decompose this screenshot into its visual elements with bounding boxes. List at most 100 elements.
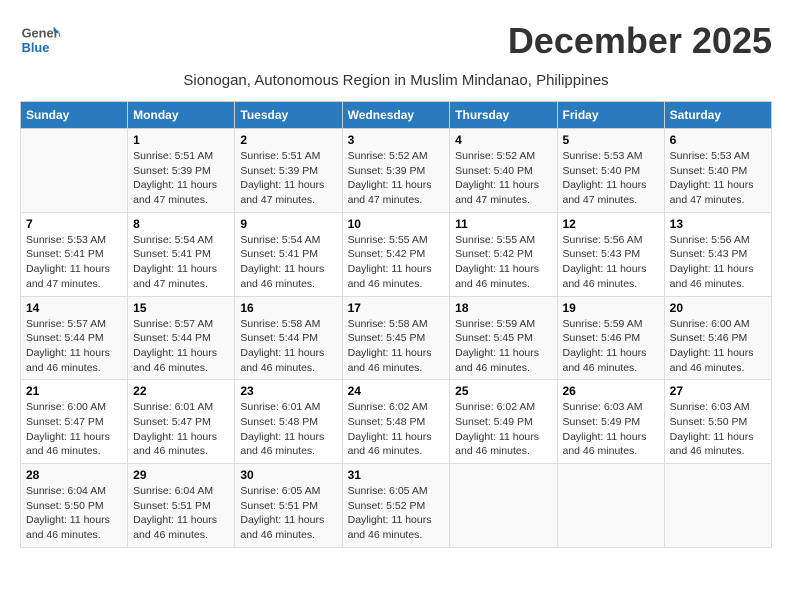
day-info: Sunrise: 5:56 AMSunset: 5:43 PMDaylight:… <box>670 233 766 292</box>
day-info: Sunrise: 5:52 AMSunset: 5:39 PMDaylight:… <box>348 149 445 208</box>
day-info: Sunrise: 6:05 AMSunset: 5:51 PMDaylight:… <box>240 484 336 543</box>
calendar-cell <box>664 464 771 548</box>
day-number: 22 <box>133 384 229 398</box>
day-info: Sunrise: 5:59 AMSunset: 5:45 PMDaylight:… <box>455 317 551 376</box>
calendar-cell: 5 Sunrise: 5:53 AMSunset: 5:40 PMDaylight… <box>557 129 664 213</box>
day-info: Sunrise: 6:04 AMSunset: 5:51 PMDaylight:… <box>133 484 229 543</box>
day-info: Sunrise: 5:57 AMSunset: 5:44 PMDaylight:… <box>26 317 122 376</box>
day-number: 2 <box>240 133 336 147</box>
calendar-cell: 17 Sunrise: 5:58 AMSunset: 5:45 PMDayligh… <box>342 296 450 380</box>
day-info: Sunrise: 5:58 AMSunset: 5:44 PMDaylight:… <box>240 317 336 376</box>
day-number: 6 <box>670 133 766 147</box>
calendar-cell: 25 Sunrise: 6:02 AMSunset: 5:49 PMDayligh… <box>450 380 557 464</box>
calendar-cell: 7Sunrise: 5:53 AMSunset: 5:41 PMDaylight… <box>21 212 128 296</box>
calendar-cell: 8 Sunrise: 5:54 AMSunset: 5:41 PMDaylight… <box>128 212 235 296</box>
calendar-cell: 26 Sunrise: 6:03 AMSunset: 5:49 PMDayligh… <box>557 380 664 464</box>
day-number: 15 <box>133 301 229 315</box>
calendar-cell <box>21 129 128 213</box>
day-info: Sunrise: 5:51 AMSunset: 5:39 PMDaylight:… <box>240 149 336 208</box>
day-info: Sunrise: 5:55 AMSunset: 5:42 PMDaylight:… <box>348 233 445 292</box>
calendar-cell: 9 Sunrise: 5:54 AMSunset: 5:41 PMDaylight… <box>235 212 342 296</box>
day-info: Sunrise: 6:02 AMSunset: 5:48 PMDaylight:… <box>348 400 445 459</box>
calendar-cell: 24Sunrise: 6:02 AMSunset: 5:48 PMDayligh… <box>342 380 450 464</box>
day-number: 16 <box>240 301 336 315</box>
month-title: December 2025 <box>508 20 772 62</box>
calendar-cell: 30 Sunrise: 6:05 AMSunset: 5:51 PMDayligh… <box>235 464 342 548</box>
day-info: Sunrise: 5:54 AMSunset: 5:41 PMDaylight:… <box>133 233 229 292</box>
calendar-cell: 3 Sunrise: 5:52 AMSunset: 5:39 PMDaylight… <box>342 129 450 213</box>
calendar-cell <box>450 464 557 548</box>
day-info: Sunrise: 6:01 AMSunset: 5:48 PMDaylight:… <box>240 400 336 459</box>
day-number: 30 <box>240 468 336 482</box>
day-header: Friday <box>557 102 664 129</box>
calendar-cell: 18 Sunrise: 5:59 AMSunset: 5:45 PMDayligh… <box>450 296 557 380</box>
day-info: Sunrise: 5:57 AMSunset: 5:44 PMDaylight:… <box>133 317 229 376</box>
day-number: 1 <box>133 133 229 147</box>
day-info: Sunrise: 5:58 AMSunset: 5:45 PMDaylight:… <box>348 317 445 376</box>
calendar-cell: 1 Sunrise: 5:51 AMSunset: 5:39 PMDaylight… <box>128 129 235 213</box>
day-header: Wednesday <box>342 102 450 129</box>
calendar-cell: 20 Sunrise: 6:00 AMSunset: 5:46 PMDayligh… <box>664 296 771 380</box>
day-number: 10 <box>348 217 445 231</box>
day-info: Sunrise: 5:56 AMSunset: 5:43 PMDaylight:… <box>563 233 659 292</box>
day-number: 26 <box>563 384 659 398</box>
day-number: 4 <box>455 133 551 147</box>
calendar-cell: 15 Sunrise: 5:57 AMSunset: 5:44 PMDayligh… <box>128 296 235 380</box>
calendar-week: 28 Sunrise: 6:04 AMSunset: 5:50 PMDayligh… <box>21 464 772 548</box>
logo: General Blue <box>20 20 65 60</box>
calendar-cell: 22 Sunrise: 6:01 AMSunset: 5:47 PMDayligh… <box>128 380 235 464</box>
day-header: Tuesday <box>235 102 342 129</box>
day-info: Sunrise: 6:00 AMSunset: 5:46 PMDaylight:… <box>670 317 766 376</box>
day-header: Thursday <box>450 102 557 129</box>
day-number: 8 <box>133 217 229 231</box>
calendar-cell: 16 Sunrise: 5:58 AMSunset: 5:44 PMDayligh… <box>235 296 342 380</box>
day-number: 7 <box>26 217 122 231</box>
day-info: Sunrise: 5:59 AMSunset: 5:46 PMDaylight:… <box>563 317 659 376</box>
location-title: Sionogan, Autonomous Region in Muslim Mi… <box>20 72 772 89</box>
day-number: 5 <box>563 133 659 147</box>
calendar-cell: 6 Sunrise: 5:53 AMSunset: 5:40 PMDaylight… <box>664 129 771 213</box>
day-number: 29 <box>133 468 229 482</box>
day-number: 3 <box>348 133 445 147</box>
day-number: 25 <box>455 384 551 398</box>
calendar-cell: 12 Sunrise: 5:56 AMSunset: 5:43 PMDayligh… <box>557 212 664 296</box>
day-info: Sunrise: 6:01 AMSunset: 5:47 PMDaylight:… <box>133 400 229 459</box>
day-info: Sunrise: 5:54 AMSunset: 5:41 PMDaylight:… <box>240 233 336 292</box>
day-number: 13 <box>670 217 766 231</box>
day-number: 12 <box>563 217 659 231</box>
calendar-cell: 13 Sunrise: 5:56 AMSunset: 5:43 PMDayligh… <box>664 212 771 296</box>
day-info: Sunrise: 6:00 AMSunset: 5:47 PMDaylight:… <box>26 400 122 459</box>
calendar-week: 7Sunrise: 5:53 AMSunset: 5:41 PMDaylight… <box>21 212 772 296</box>
calendar-cell: 14 Sunrise: 5:57 AMSunset: 5:44 PMDayligh… <box>21 296 128 380</box>
day-info: Sunrise: 5:53 AMSunset: 5:40 PMDaylight:… <box>670 149 766 208</box>
calendar-week: 14 Sunrise: 5:57 AMSunset: 5:44 PMDayligh… <box>21 296 772 380</box>
day-number: 14 <box>26 301 122 315</box>
day-number: 17 <box>348 301 445 315</box>
calendar-cell: 31Sunrise: 6:05 AMSunset: 5:52 PMDayligh… <box>342 464 450 548</box>
calendar-cell: 2 Sunrise: 5:51 AMSunset: 5:39 PMDaylight… <box>235 129 342 213</box>
day-number: 28 <box>26 468 122 482</box>
svg-text:Blue: Blue <box>22 40 50 55</box>
calendar-cell: 23Sunrise: 6:01 AMSunset: 5:48 PMDayligh… <box>235 380 342 464</box>
day-number: 9 <box>240 217 336 231</box>
calendar-cell: 29 Sunrise: 6:04 AMSunset: 5:51 PMDayligh… <box>128 464 235 548</box>
calendar-week: 1 Sunrise: 5:51 AMSunset: 5:39 PMDaylight… <box>21 129 772 213</box>
day-info: Sunrise: 5:53 AMSunset: 5:40 PMDaylight:… <box>563 149 659 208</box>
day-info: Sunrise: 6:03 AMSunset: 5:50 PMDaylight:… <box>670 400 766 459</box>
day-header: Saturday <box>664 102 771 129</box>
day-number: 21 <box>26 384 122 398</box>
day-number: 27 <box>670 384 766 398</box>
day-number: 19 <box>563 301 659 315</box>
day-info: Sunrise: 5:51 AMSunset: 5:39 PMDaylight:… <box>133 149 229 208</box>
day-number: 20 <box>670 301 766 315</box>
day-info: Sunrise: 6:03 AMSunset: 5:49 PMDaylight:… <box>563 400 659 459</box>
logo-icon: General Blue <box>20 20 60 60</box>
day-info: Sunrise: 5:55 AMSunset: 5:42 PMDaylight:… <box>455 233 551 292</box>
day-number: 18 <box>455 301 551 315</box>
calendar-cell: 10 Sunrise: 5:55 AMSunset: 5:42 PMDayligh… <box>342 212 450 296</box>
day-info: Sunrise: 6:05 AMSunset: 5:52 PMDaylight:… <box>348 484 445 543</box>
day-number: 11 <box>455 217 551 231</box>
day-info: Sunrise: 6:02 AMSunset: 5:49 PMDaylight:… <box>455 400 551 459</box>
calendar-cell: 4Sunrise: 5:52 AMSunset: 5:40 PMDaylight… <box>450 129 557 213</box>
day-info: Sunrise: 6:04 AMSunset: 5:50 PMDaylight:… <box>26 484 122 543</box>
